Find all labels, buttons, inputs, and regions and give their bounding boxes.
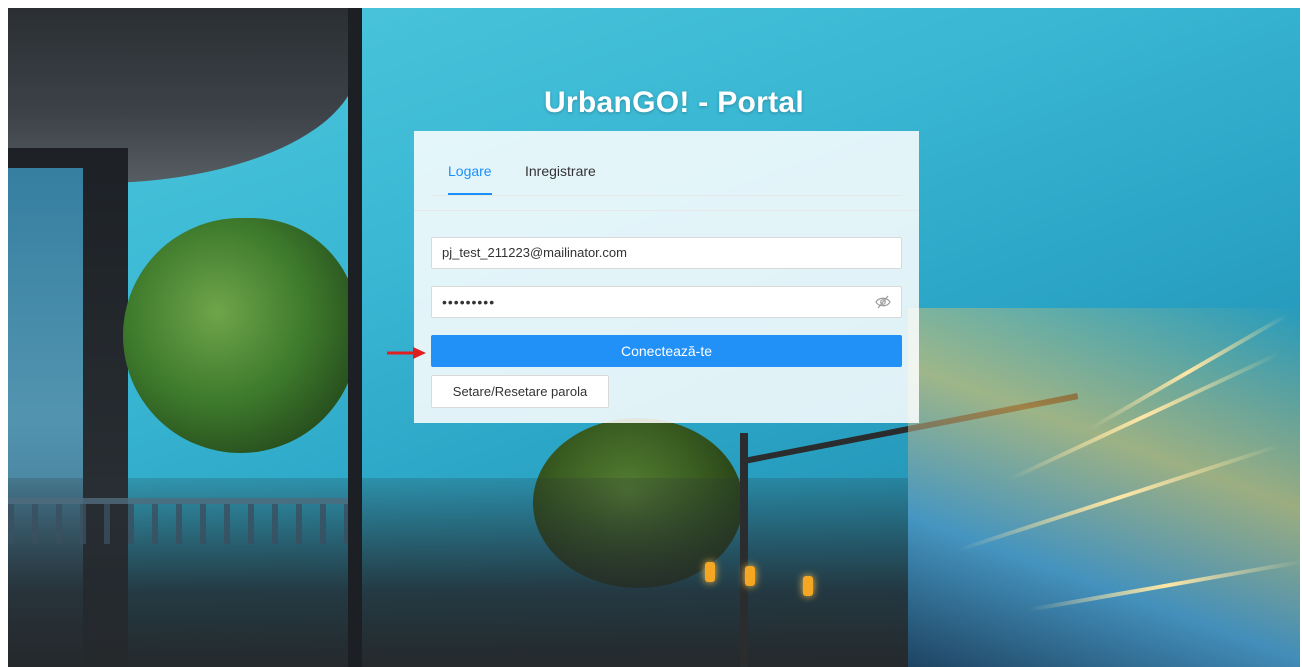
bus-light-trail bbox=[908, 308, 1300, 667]
railing bbox=[8, 498, 358, 544]
email-input[interactable]: pj_test_211223@mailinator.com bbox=[431, 237, 902, 269]
tab-inregistrare[interactable]: Inregistrare bbox=[525, 163, 596, 179]
street-pole bbox=[740, 433, 748, 667]
traffic-light bbox=[745, 566, 755, 586]
tree-left bbox=[123, 218, 358, 453]
password-mask: ••••••••• bbox=[442, 294, 496, 310]
login-button[interactable]: Conectează-te bbox=[431, 335, 902, 367]
eye-slash-icon[interactable] bbox=[875, 295, 891, 309]
reset-password-button[interactable]: Setare/Resetare parola bbox=[431, 375, 609, 408]
divider bbox=[414, 210, 919, 211]
login-card: Logare Inregistrare pj_test_211223@maili… bbox=[414, 131, 919, 423]
password-input[interactable]: ••••••••• bbox=[431, 286, 902, 318]
background-photo: UrbanGO! - Portal Logare Inregistrare pj… bbox=[8, 8, 1300, 667]
traffic-light bbox=[803, 576, 813, 596]
traffic-light bbox=[705, 562, 715, 582]
active-tab-indicator bbox=[448, 193, 492, 195]
red-arrow-icon bbox=[387, 347, 426, 359]
tab-logare[interactable]: Logare bbox=[448, 163, 492, 179]
tab-bar: Logare Inregistrare bbox=[431, 131, 902, 196]
page-title: UrbanGO! - Portal bbox=[543, 86, 805, 119]
